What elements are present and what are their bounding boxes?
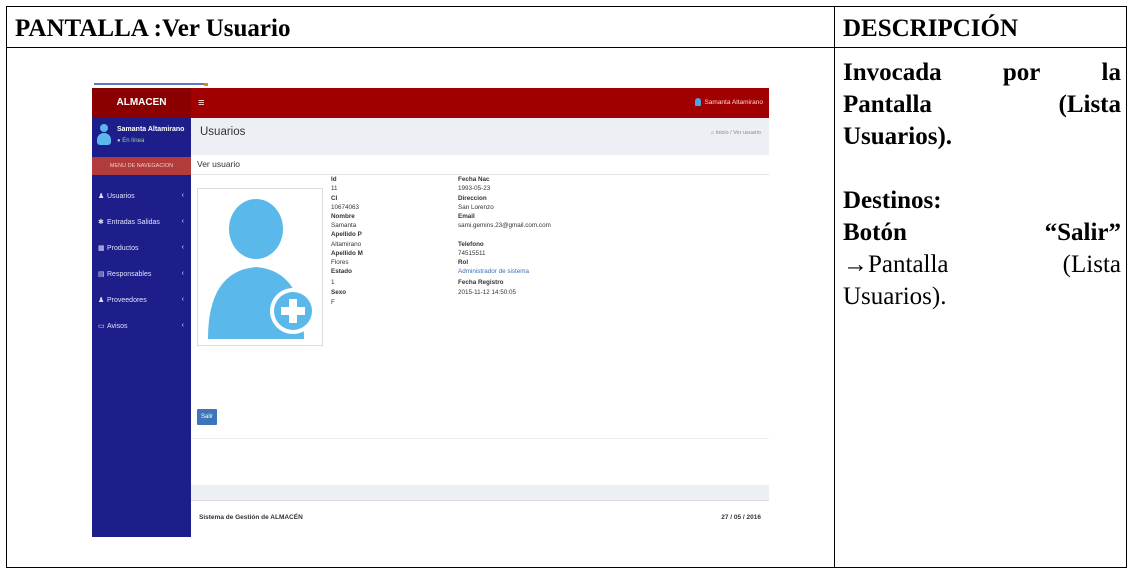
user-icon: ♟: [98, 193, 105, 200]
page-footer: Sistema de Gestión de ALMACÉN 27 / 05 / …: [191, 500, 769, 537]
field-label-id: Id: [331, 176, 337, 183]
gear-icon: ✱: [98, 219, 104, 226]
sidebar: Samanta Altamirano ● En línea MENU DE NA…: [92, 118, 191, 537]
monitor-icon: ▭: [98, 323, 105, 330]
box-header: Ver usuario: [191, 155, 769, 175]
box-divider: [191, 438, 769, 439]
sidebar-item-productos[interactable]: ▦ Productos ‹: [98, 244, 186, 256]
user-photo: [197, 188, 323, 346]
breadcrumb[interactable]: ⌂ Inicio / Ver usuario: [711, 130, 761, 136]
field-value-apellido-p: Altamirano: [331, 241, 362, 248]
description-text: Invocada por la Pantalla (Lista Usuarios). …: [843, 57, 1121, 313]
field-value-estado: 1: [331, 279, 335, 286]
field-value-id: 11: [331, 185, 338, 192]
field-value-fecha-nac: 1993-05-23: [458, 185, 491, 192]
user-status: ● En línea: [117, 138, 145, 144]
box-title: Ver usuario: [197, 159, 240, 169]
desc-line-last: Usuarios).: [843, 283, 947, 310]
field-label-fecha-registro: Fecha Registro: [458, 279, 504, 286]
field-label-nombre: Nombre: [331, 213, 355, 220]
description-title: DESCRIPCIÓN: [843, 15, 1019, 42]
field-value-nombre: Samanta: [331, 222, 357, 229]
user-panel: Samanta Altamirano ● En línea: [92, 118, 191, 155]
user-add-icon: [208, 199, 316, 339]
field-label-ci: CI: [331, 195, 338, 202]
destinos-label: Destinos:: [843, 187, 942, 214]
field-label-apellido-p: Apellido P: [331, 231, 362, 238]
field-value-sexo: F: [331, 299, 335, 306]
field-value-rol[interactable]: Administrador de sistema: [458, 268, 529, 275]
list-icon: ▤: [98, 271, 105, 278]
user-icon: [695, 98, 702, 107]
footer-date: 27 / 05 / 2016: [721, 514, 761, 521]
field-label-telefono: Telefono: [458, 241, 484, 248]
user-name: Samanta Altamirano: [117, 126, 185, 133]
user-detail-box: Ver usuario Id 11 CI 10674063 Nombre Sam…: [191, 155, 769, 485]
column-divider: [834, 7, 835, 567]
field-value-apellido-m: Flores: [331, 259, 349, 266]
field-value-direccion: San Lorenzo: [458, 204, 494, 211]
sidebar-item-usuarios[interactable]: ♟ Usuarios ‹: [98, 192, 186, 204]
field-label-sexo: Sexo: [331, 289, 347, 296]
field-label-fecha-nac: Fecha Nac: [458, 176, 490, 183]
nav-user-menu[interactable]: Samanta Altamirano: [695, 88, 763, 118]
desc-line-3: Usuarios).: [843, 123, 953, 150]
chevron-icon: ‹: [181, 322, 184, 329]
screen-title: PANTALLA :Ver Usuario: [15, 15, 291, 42]
desc-line-boton: Botón “Salir”: [843, 219, 1121, 246]
footer-system-name: Sistema de Gestión de ALMACÉN: [199, 514, 303, 521]
grid-icon: ▦: [98, 245, 105, 252]
field-label-direccion: Direccion: [458, 195, 487, 202]
menu-toggle-icon[interactable]: ≡: [198, 88, 204, 118]
desc-line-arrow: →Pantalla (Lista: [843, 251, 1121, 278]
field-label-email: Email: [458, 213, 475, 220]
chevron-icon: ‹: [181, 192, 184, 199]
top-navbar: ALMACEN ≡ Samanta Altamirano: [92, 88, 769, 118]
chevron-icon: ‹: [181, 244, 184, 251]
avatar: [97, 124, 111, 146]
brand-logo[interactable]: ALMACEN: [92, 88, 191, 118]
user-icon: ♟: [98, 297, 105, 304]
field-value-telefono: 74515511: [458, 250, 486, 257]
main-content: Usuarios ⌂ Inicio / Ver usuario Ver usua…: [191, 118, 769, 537]
sidebar-item-entradas-salidas[interactable]: ✱ Entradas Salidas ‹: [98, 218, 186, 230]
field-label-apellido-m: Apellido M: [331, 250, 363, 257]
field-label-rol: Rol: [458, 259, 469, 266]
chevron-icon: ‹: [181, 270, 184, 277]
menu-header: MENU DE NAVEGACION: [92, 157, 191, 175]
field-value-ci: 10674063: [331, 204, 360, 211]
app-screenshot: ALMACEN ≡ Samanta Altamirano Samanta Alt…: [92, 82, 769, 537]
sidebar-item-proveedores[interactable]: ♟ Proveedores ‹: [98, 296, 186, 308]
field-value-fecha-registro: 2015-11-12 14:50:05: [458, 289, 517, 296]
sidebar-item-responsables[interactable]: ▤ Responsables ‹: [98, 270, 186, 282]
chevron-icon: ‹: [181, 296, 184, 303]
sidebar-item-avisos[interactable]: ▭ Avisos ‹: [98, 322, 186, 334]
salir-button[interactable]: Salir: [197, 409, 217, 425]
desc-line-2: Pantalla (Lista: [843, 91, 1121, 118]
desc-line-1: Invocada por la: [843, 59, 1121, 86]
page-title: Usuarios: [200, 126, 246, 138]
field-value-email: sami.gemins.23@gmail.com.com: [458, 222, 551, 229]
field-label-estado: Estado: [331, 268, 352, 275]
chevron-icon: ‹: [181, 218, 184, 225]
